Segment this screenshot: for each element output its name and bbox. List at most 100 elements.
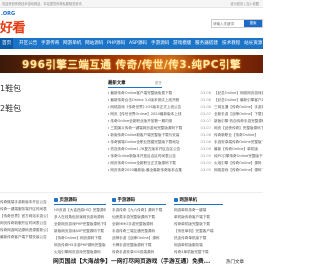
featured-article-title[interactable]: 网页国战【大海战争】一网打尽网页游戏（手游互通）免费... [53, 256, 213, 269]
section-divider [0, 192, 263, 193]
list-item[interactable]: 全新网页游戏PHP完整版源码下载 [54, 222, 106, 228]
bullet-icon [108, 99, 110, 101]
list-item[interactable]: 新版传奇Online新客户端完整版下载与安装 03-06 [108, 133, 211, 139]
bullet-icon [108, 113, 110, 115]
site-logo[interactable]: .ORG 好看 [0, 11, 30, 36]
nav-item-6[interactable]: ASP源码 [129, 38, 147, 49]
nav-item-11[interactable]: 站长资源 [244, 38, 262, 49]
list-item[interactable]: 三国演义传奇一键端网页游戏完整版源码下载 03-07 [108, 126, 211, 132]
list-item[interactable]: 手游安卓端传奇Online完整版下载 [214, 140, 263, 146]
nav-item-8[interactable]: 游戏模版 [173, 38, 191, 49]
list-item[interactable]: 传奇微端手游新版本开区公告 [0, 200, 48, 206]
list-item-date: 03-07 [200, 112, 211, 116]
list-item[interactable]: 网游单机传奇一键端 [174, 208, 223, 214]
list-item[interactable]: 传奇微端Online全职业搭建完整版下载地址 03-06 [108, 140, 211, 146]
list-item[interactable]: 网游单机版服务端 [174, 243, 223, 249]
list-item[interactable]: 最新【传奇Online】单机版 [214, 147, 263, 153]
list-item[interactable]: 网页传奇Online全新职业正式版源码下载 03-05 [108, 161, 211, 167]
nav-item-2[interactable]: 手游传奇 [41, 38, 59, 49]
list-item-date: 03-08 [200, 98, 211, 102]
nav-item-home[interactable]: 首页 [0, 38, 14, 49]
list-item[interactable]: 传奇Online新版本开放区合区时间表公告 03-05 [108, 154, 211, 160]
nav-item-4[interactable]: 网站源码 [85, 38, 103, 49]
latest-title: 最新文章 [108, 81, 126, 86]
bullet-icon [108, 120, 110, 122]
section-list-0: 传奇微端手游新版本开区公告 传奇一键端服务端开区时间表 【传奇世界】官方网站手游… [0, 200, 48, 250]
list-item[interactable]: 新版网页游戏ASP完整源码下载 [54, 229, 106, 235]
nav-item-3[interactable]: 网游单机 [63, 38, 81, 49]
list-item[interactable]: 热血传奇Online1.76复古版本开区合区公告 03-06 [108, 147, 211, 153]
list-item[interactable]: 传奇单机版完整版下载 [174, 222, 223, 228]
list-item[interactable]: 手游传奇三端互通完整源码 [112, 229, 166, 235]
list-item[interactable]: 【传奇世界】官方网站手游公告 [0, 214, 48, 220]
list-item[interactable]: 网页【武侠传奇】完整版源码下载 [214, 126, 263, 132]
list-item[interactable]: 【传世单机】完整客户端 [174, 229, 223, 235]
list-item[interactable]: 网页传奇H5手游PHP源码完整版 [54, 243, 106, 249]
list-item[interactable]: 战神手游【战神Online】源码 [112, 236, 166, 242]
list-item[interactable]: 最新传奇客户端下载安装公告 [0, 235, 48, 241]
search-input[interactable] [213, 20, 243, 27]
bullet-icon [108, 141, 110, 143]
list-item[interactable]: 最新传奇Online客户端完整版免费下载 03-08 [108, 91, 211, 97]
list-item[interactable]: 传奇Online全新职业版开放第一期内测 03-07 [108, 119, 211, 125]
list-item[interactable]: 纯PC引擎传奇Online完整版下载 [214, 154, 263, 160]
list-item[interactable]: 【传奇Online】网页源码下载 [54, 236, 106, 242]
ad-banner[interactable]: 996引擎三端互通 传奇/传世/传3.纯PC引擎 [0, 55, 263, 73]
list-item[interactable]: 三网互通【传奇Online】手游源码 [214, 105, 263, 111]
list-item[interactable]: 新版引擎·热血传奇手游完整源码 [214, 119, 263, 125]
list-item[interactable]: 【纪念Online】最新引擎客户端 [214, 98, 263, 104]
list-item[interactable]: 全新MMO手游完整版源码 [112, 222, 166, 228]
nav-item-1[interactable]: 开区公告 [19, 38, 37, 49]
featured-text-1[interactable]: 1鞋包 [0, 83, 21, 94]
list-item[interactable]: 多人在线角色扮演网页游戏源码 [54, 215, 106, 221]
nav-item-9[interactable]: 服务器搭建 [195, 38, 218, 49]
list-item[interactable]: 最新传奇合击Online 3.0版本测试上线开服 03-08 [108, 98, 211, 104]
section-header-1: 页游源码 [54, 197, 106, 205]
list-item[interactable]: 火焰引擎【传奇Online】源码 [214, 161, 263, 167]
list-item[interactable]: 卡牌手游完整版源码下载 [112, 243, 166, 249]
side-section-title: 热门文章 [226, 260, 244, 265]
list-item-date: 03-08 [200, 105, 211, 109]
list-item[interactable]: 网页传奇新服开区时间表公告 [0, 221, 48, 227]
list-item[interactable]: 单机版传奇客户端下载 [174, 215, 223, 221]
list-item-date: 03-06 [200, 133, 211, 137]
category-icon [54, 197, 58, 202]
bullet-icon [108, 169, 110, 171]
list-item[interactable]: 手游传奇【九六传奇】源码下载 [112, 208, 166, 214]
search-button[interactable]: 搜索 [244, 20, 262, 27]
list-item[interactable]: 网页传奇2020最新版-最全最新传奇版本合集 03-05 [108, 168, 211, 174]
list-item[interactable]: 网络游戏【传奇Online】源码下载 [214, 168, 263, 174]
list-item-date: 03-08 [200, 91, 211, 95]
list-item-date: 03-05 [200, 168, 211, 172]
list-item[interactable]: 传奇网游网站源码资源更新公告 [0, 228, 48, 234]
left-featured: 1鞋包 2鞋包 [0, 75, 98, 185]
bullet-icon [108, 106, 110, 108]
list-item[interactable]: 【纪念Online】网络网页游戏源码 [214, 91, 263, 97]
welcome-text: 欢迎来到传奇技术游戏网站，本站提供传奇私服相关资讯 [2, 2, 82, 6]
list-item[interactable]: 传奇一键端服务端开区时间表 [0, 207, 48, 213]
banner-text: 996引擎三端互通 传奇/传世/传3.纯PC引擎 [22, 59, 241, 71]
list-item[interactable]: 仙侠类手游完整版源码下载 [112, 215, 166, 221]
bullet-icon [108, 148, 110, 150]
nav-item-5[interactable]: PHP源码 [107, 38, 125, 49]
list-item[interactable]: 传奇新职业【传奇Online】 [214, 133, 263, 139]
list-item[interactable]: 网络游戏《传奇世界》IOS版本正式上线公告 03-08 [108, 105, 211, 111]
top-bar: 欢迎来到传奇技术游戏网站，本站提供传奇私服相关资讯 设为首页 | 加入收藏 [0, 0, 263, 8]
list-item[interactable]: 热血传奇单机版下载 [174, 236, 223, 242]
featured-text-2[interactable]: 2鞋包 [0, 103, 21, 114]
top-links[interactable]: 设为首页 | 加入收藏 [230, 1, 259, 6]
bullet-icon [108, 134, 110, 136]
list-item[interactable]: H5页游【大话西游H5】完整源码 [54, 208, 106, 214]
nav-item-7[interactable]: 手游源码 [151, 38, 169, 49]
list-item[interactable]: 网页【传世世界Online】2020最新版本上线 03-07 [108, 112, 211, 118]
list-item[interactable]: 全新手游【战神Online】下载安装 [214, 112, 263, 118]
bullet-icon [108, 155, 110, 157]
bullet-icon [108, 92, 110, 94]
section-title-3: 网游单机 [174, 197, 197, 203]
nav-item-10[interactable]: 技术教程 [222, 38, 240, 49]
list-item-date: 03-06 [200, 147, 211, 151]
section-header-3: 网游单机 [174, 197, 223, 205]
section-list-1: H5页游【大话西游H5】完整源码 多人在线角色扮演网页游戏源码 全新网页游戏PH… [54, 208, 106, 258]
search-box: 搜索 [211, 19, 263, 28]
latest-more-link[interactable]: 更多 [155, 81, 162, 86]
